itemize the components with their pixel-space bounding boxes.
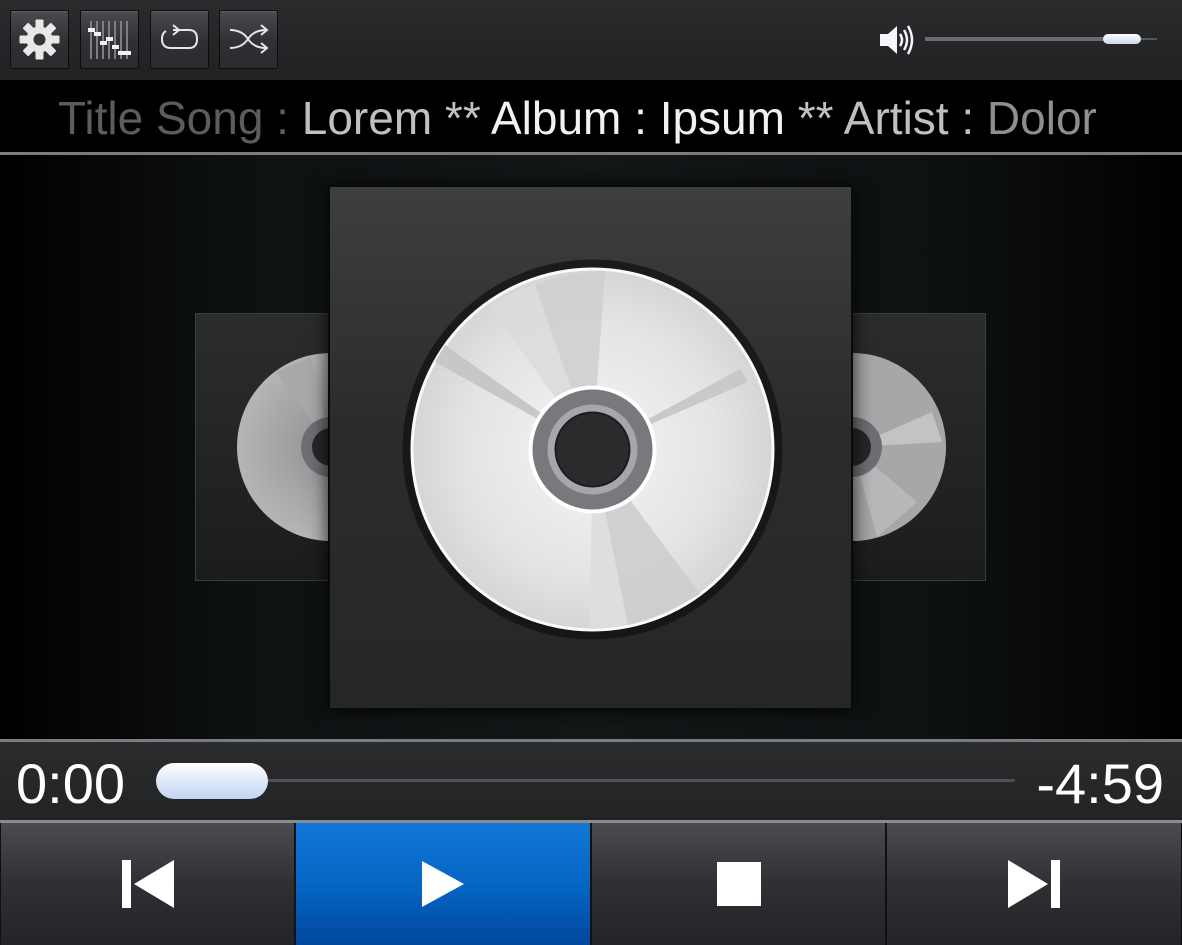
play-button[interactable] <box>295 823 591 945</box>
now-playing-text: Title Song : Lorem ** Album : Ipsum ** A… <box>58 92 1097 144</box>
previous-button[interactable] <box>0 823 295 945</box>
skip-next-icon <box>1008 860 1060 908</box>
elapsed-time: 0:00 <box>16 752 125 815</box>
top-toolbar <box>0 0 1182 80</box>
shuffle-icon <box>229 24 269 54</box>
playback-progress: 0:00 -4:59 <box>0 742 1182 820</box>
stop-icon <box>716 862 761 906</box>
volume-slider-knob[interactable] <box>1103 34 1142 44</box>
next-button[interactable] <box>886 823 1182 945</box>
now-playing-marquee: Title Song : Lorem ** Album : Ipsum ** A… <box>0 80 1182 152</box>
album-cover-selected[interactable] <box>328 185 853 710</box>
marquee-part: Album : Ipsum <box>490 92 785 144</box>
stop-button[interactable] <box>591 823 886 945</box>
album-coverflow[interactable] <box>0 155 1182 739</box>
repeat-button[interactable] <box>150 10 209 69</box>
play-icon <box>422 861 464 907</box>
shuffle-button[interactable] <box>219 10 278 69</box>
seek-slider[interactable] <box>160 779 1015 782</box>
transport-controls <box>0 820 1182 945</box>
repeat-icon <box>160 24 199 49</box>
gear-icon <box>19 19 60 60</box>
marquee-part: Lorem ** <box>301 92 491 144</box>
remaining-time: -4:59 <box>1036 752 1164 815</box>
marquee-part: Title Song : <box>58 92 302 144</box>
marquee-part: Dolor <box>986 92 1097 144</box>
settings-button[interactable] <box>10 10 69 69</box>
equalizer-button[interactable] <box>80 10 139 69</box>
skip-previous-icon <box>121 860 174 908</box>
marquee-part: ** Artist : <box>784 92 987 144</box>
equalizer-icon <box>88 21 131 59</box>
speaker-icon[interactable] <box>878 22 916 58</box>
cd-disc-icon <box>402 259 783 640</box>
seek-slider-knob[interactable] <box>156 763 268 799</box>
